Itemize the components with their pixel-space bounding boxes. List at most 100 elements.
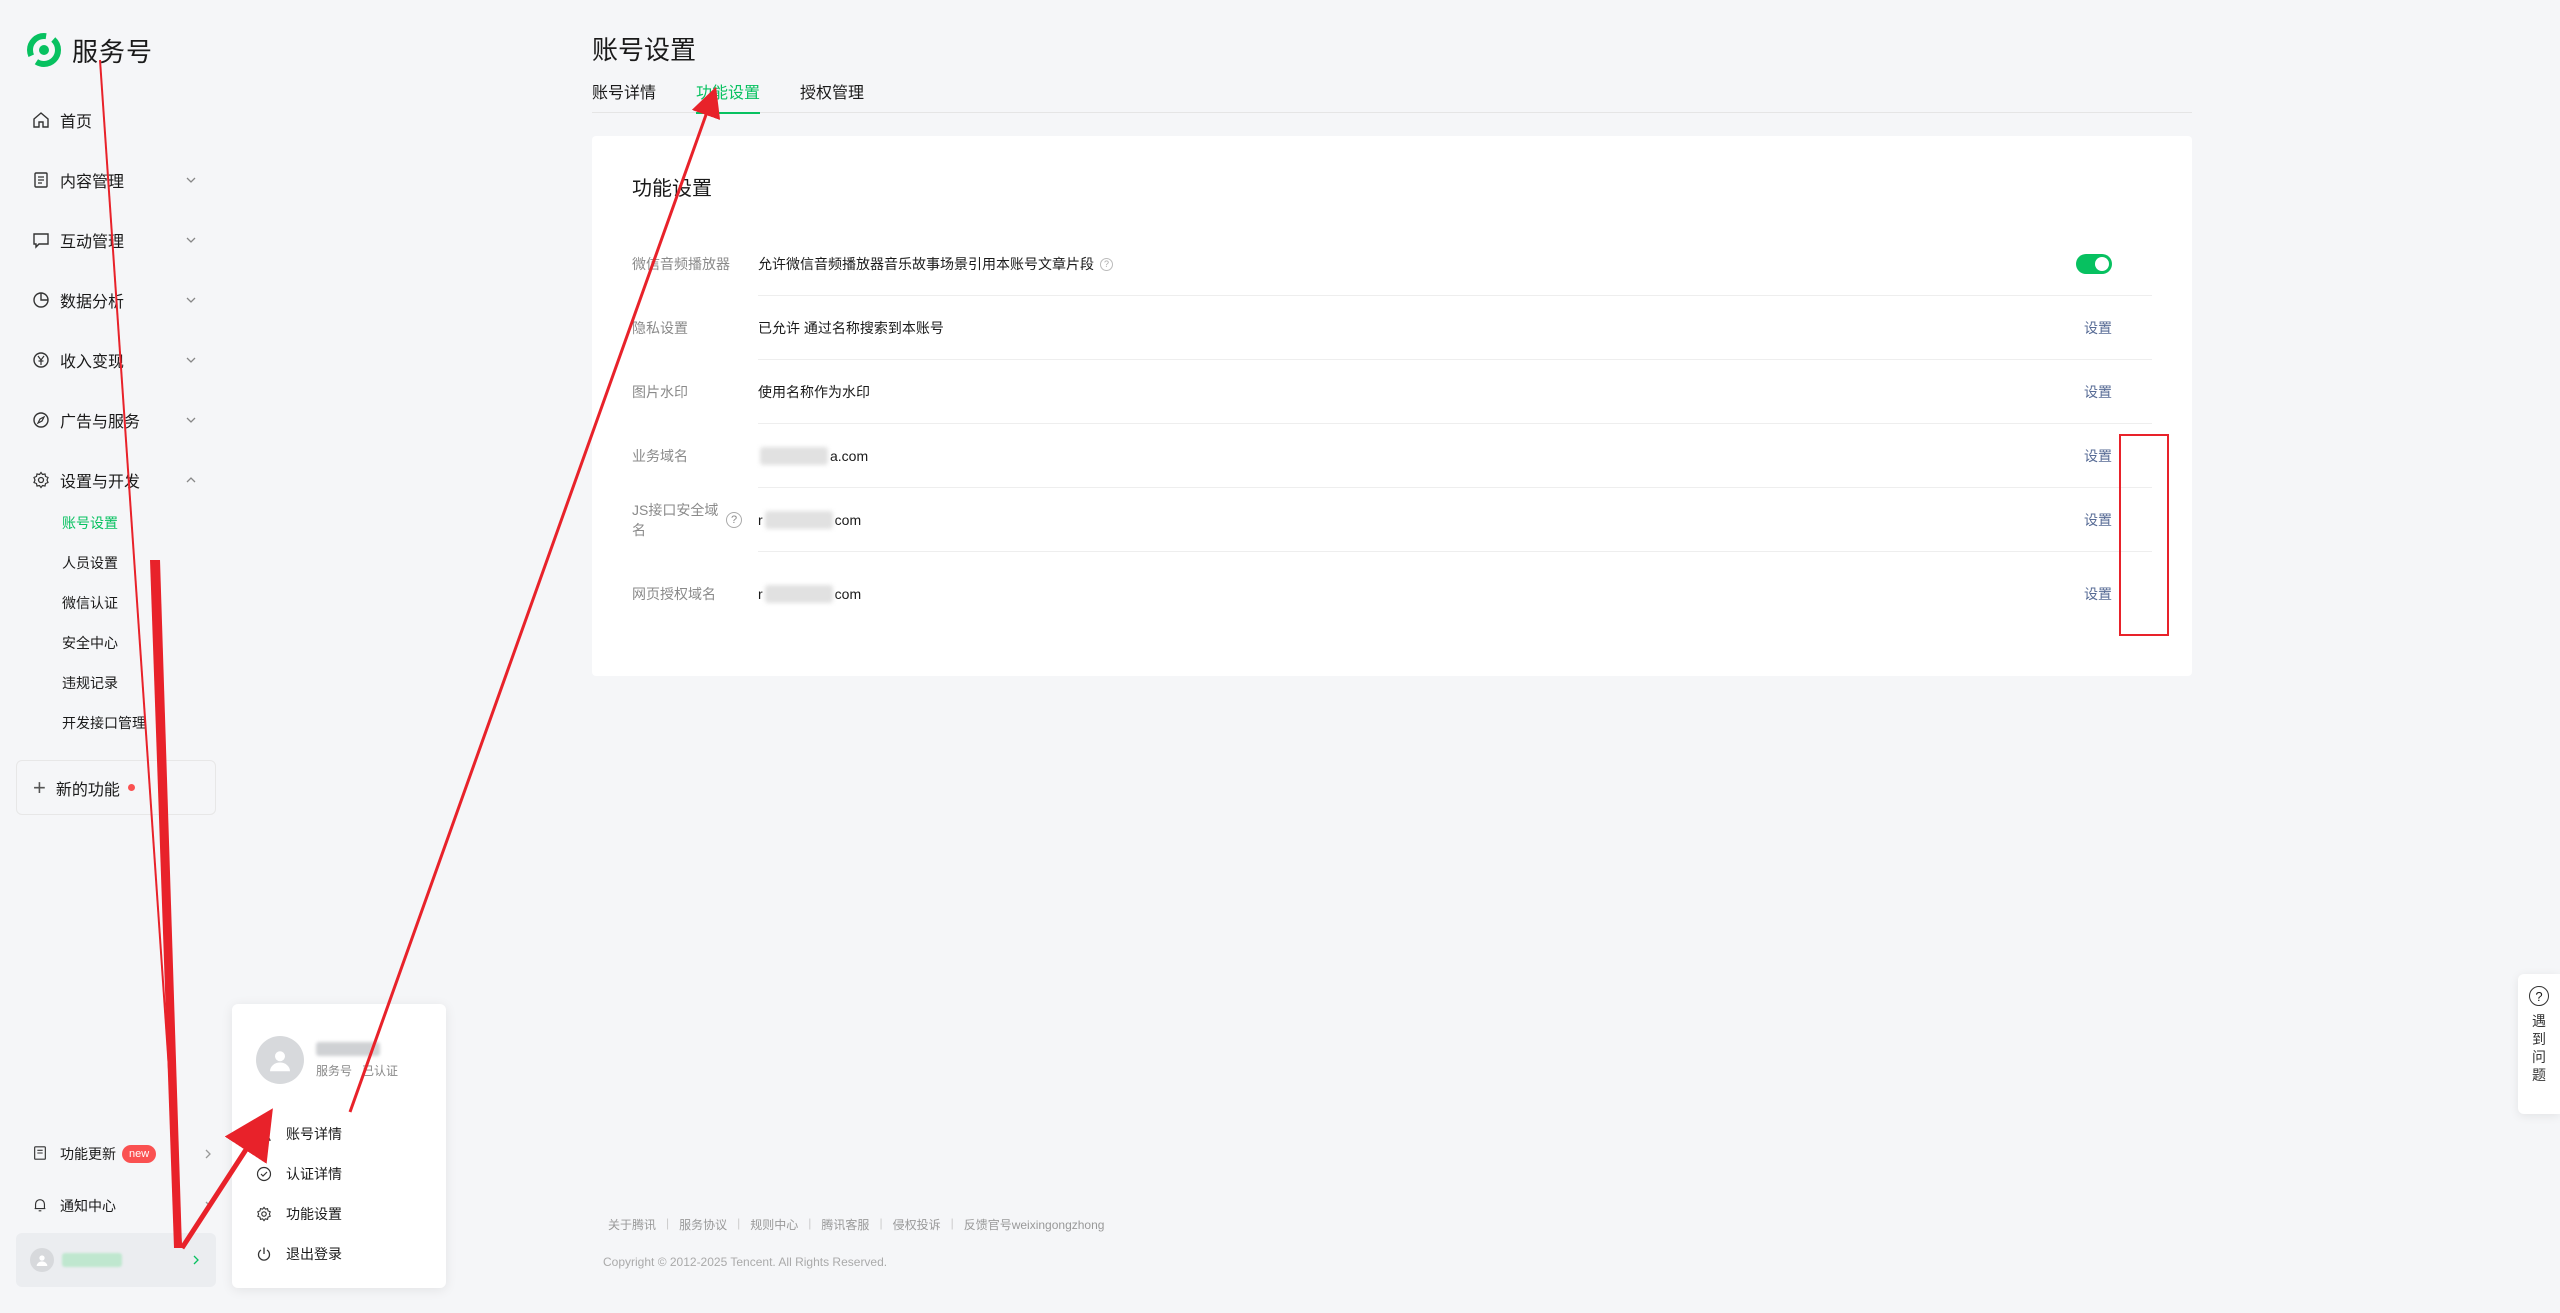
setting-label: 微信音频播放器 xyxy=(632,256,730,272)
nav-item-analytics[interactable]: 数据分析 xyxy=(0,270,230,330)
account-chip[interactable] xyxy=(16,1233,216,1287)
gear-icon xyxy=(256,1206,272,1222)
new-feature-label: 新的功能 xyxy=(55,781,120,799)
domain-suffix: com xyxy=(834,586,862,602)
setting-row-business-domain: 业务域名 a.com 设置 xyxy=(632,424,2152,488)
setting-value: r com xyxy=(758,511,861,529)
business-domain-settings-link[interactable]: 设置 xyxy=(2084,446,2112,466)
menu-logout[interactable]: 退出登录 xyxy=(256,1234,426,1274)
domain-suffix: com xyxy=(834,512,862,528)
help-floating-button[interactable]: ? 遇到问题 xyxy=(2518,974,2560,1114)
document-icon xyxy=(32,171,50,189)
tab-account-details[interactable]: 账号详情 xyxy=(592,80,656,113)
copyright: Copyright © 2012-2025 Tencent. All Right… xyxy=(603,1255,888,1269)
domain-prefix: r xyxy=(758,512,763,528)
audio-player-toggle[interactable] xyxy=(2076,254,2112,274)
footer-links: 关于腾讯 | 服务协议 | 规则中心 | 腾讯客服 | 侵权投诉 | 反馈官号weixin… xyxy=(608,1216,1105,1233)
subnav-staff-settings[interactable]: 人员设置 xyxy=(0,543,230,583)
nav-item-ads[interactable]: 广告与服务 xyxy=(0,390,230,450)
nav-item-home[interactable]: 首页 xyxy=(0,90,230,150)
watermark-settings-link[interactable]: 设置 xyxy=(2084,382,2112,402)
privacy-settings-link[interactable]: 设置 xyxy=(2084,318,2112,338)
chat-icon xyxy=(32,231,50,249)
settings-subnav: 账号设置 人员设置 微信认证 安全中心 违规记录 开发接口管理 xyxy=(0,503,230,743)
verification-status: 已认证 xyxy=(362,1063,399,1078)
popover-user-info: 服务号 已认证 xyxy=(256,1036,398,1084)
chevron-right-icon xyxy=(193,1255,199,1265)
footer-link[interactable]: 反馈官号weixingongzhong xyxy=(964,1216,1105,1233)
nav-item-interaction[interactable]: 互动管理 xyxy=(0,210,230,270)
red-dot-indicator xyxy=(127,784,135,791)
setting-value: 已允许 通过名称搜索到本账号 xyxy=(758,320,944,336)
setting-row-watermark: 图片水印 使用名称作为水印 设置 xyxy=(632,360,2152,424)
nav-item-label: 收入变现 xyxy=(60,354,125,371)
help-icon[interactable]: ? xyxy=(1100,257,1113,271)
footer-link[interactable]: 服务协议 xyxy=(679,1216,727,1233)
new-badge: new xyxy=(122,1145,157,1163)
new-feature-button[interactable]: + 新的功能 xyxy=(16,760,216,815)
account-popover: 服务号 已认证 账号详情 认证详情 功能设置 退出登录 xyxy=(232,1004,446,1288)
account-name-masked xyxy=(316,1041,380,1056)
footer-link[interactable]: 腾讯客服 xyxy=(821,1216,869,1233)
notification-center-item[interactable]: 通知中心 xyxy=(0,1184,230,1228)
check-circle-icon xyxy=(256,1166,272,1182)
setting-row-privacy: 隐私设置 已允许 通过名称搜索到本账号 设置 xyxy=(632,296,2152,360)
brand-logo[interactable]: 服务号 xyxy=(26,30,153,70)
chevron-down-icon xyxy=(186,297,196,303)
setting-label: JS接口安全域名 ? xyxy=(632,500,758,540)
menu-label: 退出登录 xyxy=(286,1246,342,1262)
setting-value: 使用名称作为水印 xyxy=(758,384,870,400)
subnav-wechat-verification[interactable]: 微信认证 xyxy=(0,583,230,623)
feature-updates-item[interactable]: 功能更新 new xyxy=(0,1132,230,1176)
subnav-violation-records[interactable]: 违规记录 xyxy=(0,663,230,703)
setting-row-js-domain: JS接口安全域名 ? r com 设置 xyxy=(632,488,2152,552)
compass-icon xyxy=(32,411,50,429)
footer-link[interactable]: 规则中心 xyxy=(750,1216,798,1233)
setting-value: a.com xyxy=(758,447,868,465)
feature-settings-card: 功能设置 微信音频播放器 允许微信音频播放器音乐故事场景引用本账号文章片段 ? … xyxy=(592,136,2192,676)
masked-domain xyxy=(760,447,828,465)
tab-authorization[interactable]: 授权管理 xyxy=(800,80,864,113)
setting-value: r com xyxy=(758,585,861,603)
avatar xyxy=(256,1036,304,1084)
setting-value: 允许微信音频播放器音乐故事场景引用本账号文章片段 xyxy=(758,256,1094,272)
gear-icon xyxy=(32,471,50,489)
tab-feature-settings[interactable]: 功能设置 xyxy=(696,80,761,114)
help-icon[interactable]: ? xyxy=(726,512,742,528)
js-domain-settings-link[interactable]: 设置 xyxy=(2084,510,2112,530)
subnav-account-settings[interactable]: 账号设置 xyxy=(0,503,230,543)
nav-item-settings[interactable]: 设置与开发 xyxy=(0,450,230,510)
nav-item-label: 内容管理 xyxy=(60,174,125,191)
footer-link[interactable]: 关于腾讯 xyxy=(608,1216,656,1233)
feature-updates-label: 功能更新 xyxy=(60,1146,116,1162)
setting-label: 网页授权域名 xyxy=(632,586,716,602)
menu-verification-details[interactable]: 认证详情 xyxy=(256,1154,426,1194)
brand-logo-icon xyxy=(27,33,61,67)
chevron-up-icon xyxy=(186,477,196,483)
main-nav: 首页 内容管理 互动管理 数据分析 收入变现 广告与服务 设置与开发 xyxy=(0,90,230,510)
oauth-domain-settings-link[interactable]: 设置 xyxy=(2084,584,2112,604)
chevron-right-icon xyxy=(205,1149,211,1159)
nav-item-label: 首页 xyxy=(60,114,93,131)
setting-label: 隐私设置 xyxy=(632,320,688,336)
menu-label: 功能设置 xyxy=(286,1206,342,1222)
page-title: 账号设置 xyxy=(592,35,697,65)
setting-label-text: JS接口安全域名 xyxy=(632,502,719,538)
domain-suffix: a.com xyxy=(830,448,869,464)
subnav-dev-interface[interactable]: 开发接口管理 xyxy=(0,703,230,743)
nav-item-content[interactable]: 内容管理 xyxy=(0,150,230,210)
account-type: 服务号 xyxy=(316,1063,353,1078)
setting-label: 业务域名 xyxy=(632,448,688,464)
menu-label: 账号详情 xyxy=(286,1126,342,1142)
yen-icon xyxy=(32,351,50,369)
footer-link[interactable]: 侵权投诉 xyxy=(893,1216,941,1233)
menu-account-details[interactable]: 账号详情 xyxy=(256,1114,426,1154)
power-icon xyxy=(256,1246,272,1262)
nav-item-monetization[interactable]: 收入变现 xyxy=(0,330,230,390)
chevron-down-icon xyxy=(186,177,196,183)
notification-center-label: 通知中心 xyxy=(60,1198,116,1214)
nav-item-label: 广告与服务 xyxy=(60,414,141,431)
settings-list: 微信音频播放器 允许微信音频播放器音乐故事场景引用本账号文章片段 ? 隐私设置 … xyxy=(632,232,2152,636)
subnav-security-center[interactable]: 安全中心 xyxy=(0,623,230,663)
menu-feature-settings[interactable]: 功能设置 xyxy=(256,1194,426,1234)
